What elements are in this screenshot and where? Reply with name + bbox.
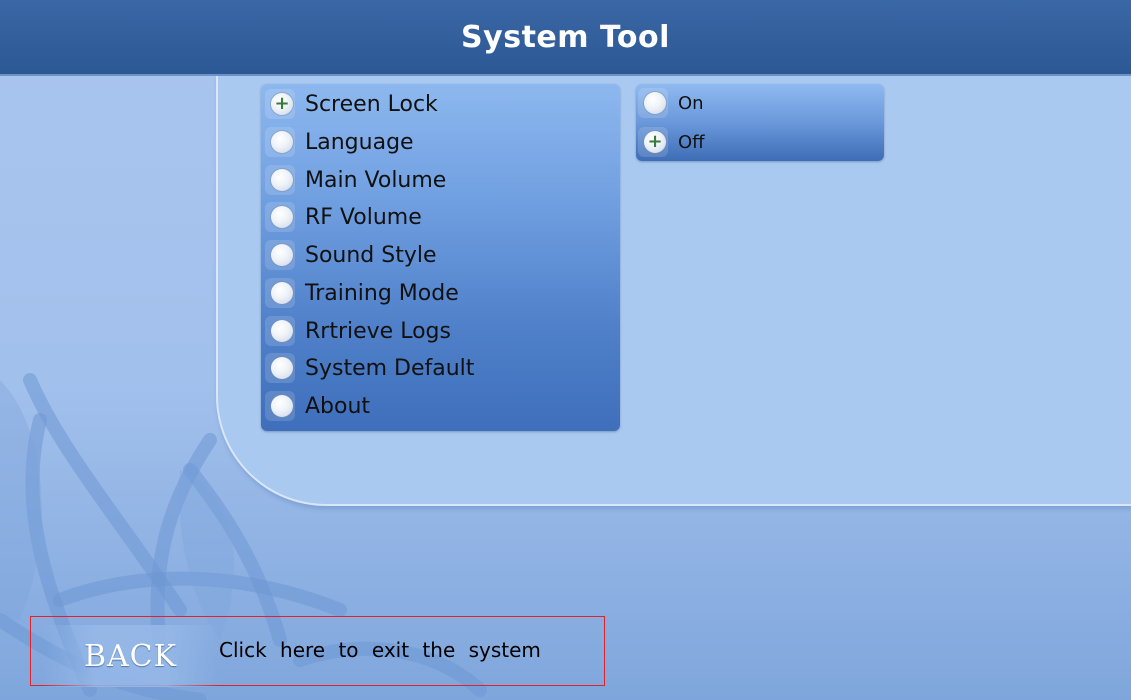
radio-empty-icon	[271, 395, 293, 417]
menu-item-main-volume[interactable]: Main Volume	[265, 161, 615, 199]
radio-empty-icon	[271, 244, 293, 266]
radio-empty-icon	[271, 131, 293, 153]
menu-item-label: About	[305, 393, 371, 419]
menu-item-training-mode[interactable]: Training Mode	[265, 274, 615, 312]
title-bar: System Tool	[0, 0, 1131, 76]
menu-item-selector	[265, 127, 295, 157]
menu-item-about[interactable]: About	[265, 387, 615, 425]
radio-empty-icon	[271, 357, 293, 379]
menu-item-selector	[265, 165, 295, 195]
menu-item-label: Training Mode	[305, 280, 459, 306]
radio-empty-icon	[271, 206, 293, 228]
radio-empty-icon	[271, 169, 293, 191]
menu-item-label: Sound Style	[305, 242, 437, 268]
page-title: System Tool	[461, 19, 670, 55]
option-selector	[638, 88, 668, 118]
option-on[interactable]: On	[638, 85, 878, 121]
back-button[interactable]: BACK	[43, 625, 218, 687]
menu-item-label: Rrtrieve Logs	[305, 318, 451, 344]
menu-item-language[interactable]: Language	[265, 123, 615, 161]
menu-item-label: Screen Lock	[305, 91, 438, 117]
menu-item-system-default[interactable]: System Default	[265, 349, 615, 387]
settings-menu: + Screen Lock Language Main Volume RF Vo…	[261, 84, 620, 431]
screen-lock-options: On + Off	[636, 84, 884, 161]
menu-item-selector	[265, 278, 295, 308]
plus-icon: +	[644, 131, 666, 153]
menu-item-label: System Default	[305, 355, 475, 381]
option-selector: +	[638, 127, 668, 157]
radio-empty-icon	[644, 92, 666, 114]
menu-item-sound-style[interactable]: Sound Style	[265, 236, 615, 274]
option-off[interactable]: + Off	[638, 124, 878, 160]
menu-item-rf-volume[interactable]: RF Volume	[265, 198, 615, 236]
radio-empty-icon	[271, 282, 293, 304]
radio-empty-icon	[271, 320, 293, 342]
back-button-label: BACK	[83, 638, 178, 674]
menu-item-selector	[265, 202, 295, 232]
menu-item-retrieve-logs[interactable]: Rrtrieve Logs	[265, 312, 615, 350]
plus-icon: +	[271, 93, 293, 115]
menu-item-screen-lock[interactable]: + Screen Lock	[265, 85, 615, 123]
menu-item-label: RF Volume	[305, 204, 422, 230]
menu-item-selector	[265, 240, 295, 270]
menu-item-label: Main Volume	[305, 167, 447, 193]
option-label: Off	[678, 131, 705, 153]
option-label: On	[678, 92, 704, 114]
menu-item-selector	[265, 316, 295, 346]
menu-item-selector: +	[265, 89, 295, 119]
menu-item-label: Language	[305, 129, 414, 155]
menu-item-selector	[265, 353, 295, 383]
menu-item-selector	[265, 391, 295, 421]
back-hint-text: Click here to exit the system	[219, 638, 541, 662]
